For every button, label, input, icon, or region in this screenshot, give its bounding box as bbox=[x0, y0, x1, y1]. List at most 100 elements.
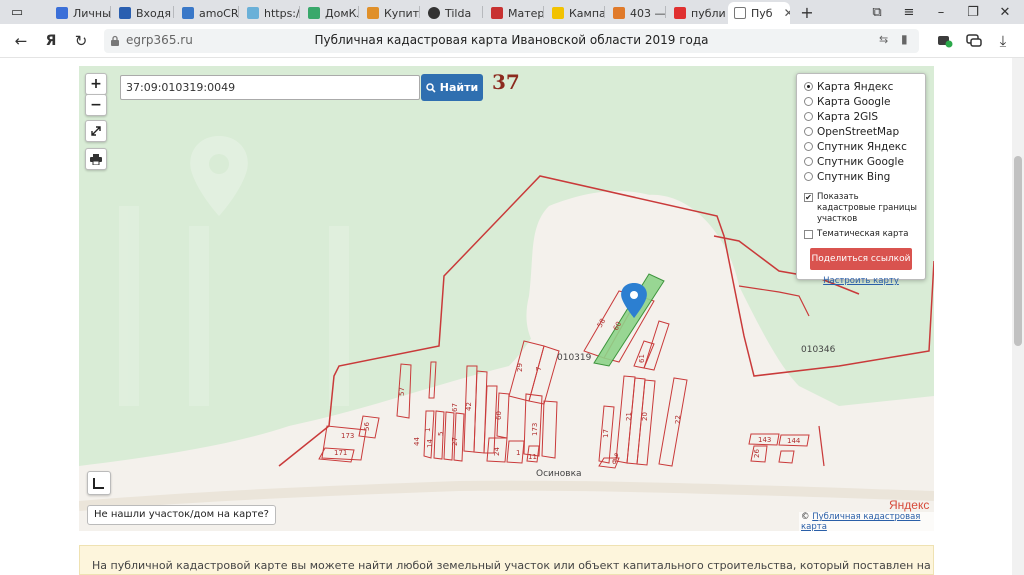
tab-label: Кампа bbox=[569, 6, 604, 20]
translate-icon[interactable]: ⇆ bbox=[879, 33, 888, 46]
plot-label: 56 bbox=[363, 422, 371, 431]
scrollbar-thumb[interactable] bbox=[1014, 156, 1022, 346]
plot-label: 24 bbox=[493, 447, 501, 456]
tab-favicon-icon bbox=[308, 7, 320, 19]
plot-label: 143 bbox=[758, 436, 771, 444]
layer-option-bing-satellite[interactable]: Спутник Bing bbox=[804, 169, 918, 184]
yandex-logo[interactable]: Яндекс bbox=[889, 498, 929, 512]
maximize-icon[interactable]: ❐ bbox=[962, 3, 984, 21]
download-icon[interactable]: ⤓ bbox=[992, 31, 1014, 51]
map-layers-panel: Карта Яндекс Карта Google Карта 2GIS Ope… bbox=[796, 73, 926, 286]
layer-label: Карта Яндекс bbox=[817, 80, 894, 93]
zoom-out-button[interactable]: − bbox=[85, 94, 107, 116]
close-window-icon[interactable]: ✕ bbox=[994, 3, 1016, 21]
plot-label: 22 bbox=[674, 415, 682, 424]
tab-4[interactable]: ДомКл bbox=[302, 2, 358, 24]
thematic-map-checkbox[interactable]: Тематическая карта bbox=[804, 229, 918, 240]
comments-icon[interactable] bbox=[963, 31, 985, 51]
tab-label: ДомКл bbox=[325, 6, 358, 20]
tab-favicon-icon bbox=[247, 7, 259, 19]
layer-label: OpenStreetMap bbox=[817, 125, 900, 138]
cadastral-search-input[interactable] bbox=[120, 75, 420, 100]
tab-5[interactable]: Купить bbox=[361, 2, 419, 24]
tab-favicon-icon bbox=[491, 7, 503, 19]
not-found-button[interactable]: Не нашли участок/дом на карте? bbox=[87, 505, 276, 525]
tab-10[interactable]: публи bbox=[668, 2, 726, 24]
tab-7[interactable]: Матер bbox=[485, 2, 543, 24]
tab-2[interactable]: amoCR bbox=[176, 2, 238, 24]
radio-icon bbox=[804, 142, 813, 151]
print-icon[interactable] bbox=[85, 148, 107, 170]
tab-label: https:/ bbox=[264, 6, 299, 20]
tab-favicon-icon bbox=[56, 7, 68, 19]
bookmark-icon[interactable]: ▮ bbox=[901, 32, 908, 46]
tab-active[interactable]: Пуб ✕ bbox=[728, 2, 790, 24]
back-icon[interactable]: ← bbox=[10, 31, 32, 51]
layer-option-google[interactable]: Карта Google bbox=[804, 94, 918, 109]
tab-label: публи bbox=[691, 6, 726, 20]
copyright-symbol: © bbox=[801, 512, 810, 522]
layer-option-yandex[interactable]: Карта Яндекс bbox=[804, 79, 918, 94]
tab-0[interactable]: Личны bbox=[50, 2, 110, 24]
plot-label: 57 bbox=[398, 387, 406, 396]
quarter-label: 010346 bbox=[801, 345, 836, 355]
plot-label: 44 bbox=[413, 437, 421, 446]
find-button-label: Найти bbox=[439, 81, 479, 94]
checkmark-icon: ✔ bbox=[804, 193, 813, 202]
close-tab-icon[interactable]: ✕ bbox=[784, 6, 790, 20]
plot-label: 17 bbox=[602, 429, 610, 438]
radio-icon bbox=[804, 82, 813, 91]
tab-favicon-icon bbox=[552, 7, 564, 19]
tab-label: Пуб bbox=[751, 6, 773, 20]
ruler-icon[interactable] bbox=[87, 471, 111, 495]
layer-option-osm[interactable]: OpenStreetMap bbox=[804, 124, 918, 139]
plot-label: 1 bbox=[424, 428, 432, 432]
quarter-label: 010319 bbox=[557, 353, 592, 363]
protect-icon[interactable] bbox=[934, 31, 956, 51]
tab-favicon-icon bbox=[734, 7, 746, 19]
tab-8[interactable]: Кампа bbox=[546, 2, 604, 24]
plot-label: 61 bbox=[638, 354, 646, 363]
plot-label: 27 bbox=[451, 437, 459, 446]
tab-9[interactable]: 403 — bbox=[607, 2, 665, 24]
tab-1[interactable]: Входя bbox=[113, 2, 173, 24]
page-scrollbar[interactable] bbox=[1012, 58, 1024, 575]
tabs-panel-icon[interactable]: ▭ bbox=[6, 3, 28, 21]
tab-favicon-icon bbox=[428, 7, 440, 19]
cadastral-map[interactable]: 010319 010346 Осиновка 58 60 29 7 61 57 … bbox=[79, 66, 934, 531]
layer-option-yandex-satellite[interactable]: Спутник Яндекс bbox=[804, 139, 918, 154]
copyright-link[interactable]: Публичная кадастровая карта bbox=[801, 512, 920, 531]
new-tab-icon[interactable]: + bbox=[796, 3, 818, 22]
tab-label: amoCR bbox=[199, 6, 238, 20]
find-button[interactable]: Найти bbox=[421, 74, 483, 101]
plot-label: 5 bbox=[437, 432, 445, 436]
radio-icon bbox=[804, 172, 813, 181]
share-link-button[interactable]: Поделиться ссылкой bbox=[810, 248, 912, 270]
address-bar[interactable]: egrp365.ru Публичная кадастровая карта И… bbox=[104, 29, 919, 53]
show-boundaries-checkbox[interactable]: ✔ Показать кадастровые границы участков bbox=[804, 192, 918, 225]
layer-option-google-satellite[interactable]: Спутник Google bbox=[804, 154, 918, 169]
layer-label: Спутник Google bbox=[817, 155, 904, 168]
reload-icon[interactable]: ↻ bbox=[70, 31, 92, 51]
menu-icon[interactable]: ≡ bbox=[898, 3, 920, 21]
checkbox-icon bbox=[804, 230, 813, 239]
tab-label: Личны bbox=[73, 6, 110, 20]
collections-icon[interactable]: ⧉ bbox=[866, 3, 888, 21]
tab-label: Матер bbox=[508, 6, 543, 20]
minimize-icon[interactable]: – bbox=[930, 3, 952, 21]
fullscreen-icon[interactable] bbox=[85, 120, 107, 142]
page-margin bbox=[0, 58, 79, 575]
layer-option-2gis[interactable]: Карта 2GIS bbox=[804, 109, 918, 124]
layer-label: Карта Google bbox=[817, 95, 891, 108]
tab-3[interactable]: https:/ bbox=[241, 2, 299, 24]
configure-map-link[interactable]: Настроить карту bbox=[804, 276, 918, 286]
plot-label: 42 bbox=[465, 402, 473, 411]
tab-6[interactable]: Tilda bbox=[422, 2, 482, 24]
plot-label: 7 bbox=[535, 367, 543, 371]
layer-label: Спутник Bing bbox=[817, 170, 891, 183]
radio-icon bbox=[804, 112, 813, 121]
plot-label: 171 bbox=[334, 449, 347, 457]
yandex-home-icon[interactable]: Я bbox=[40, 31, 62, 51]
plot-label: 6 bbox=[612, 458, 617, 466]
zoom-in-button[interactable]: + bbox=[85, 73, 107, 95]
